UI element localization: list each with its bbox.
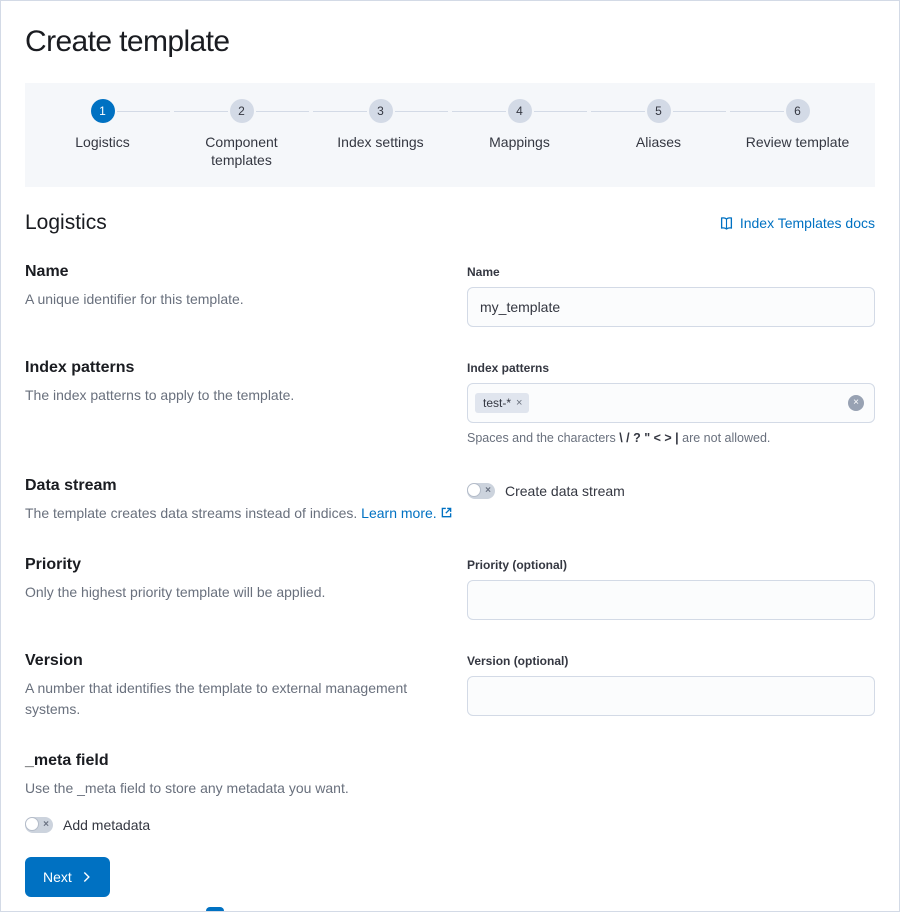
learn-more-link[interactable]: Learn more. (361, 505, 451, 521)
step-number: 6 (786, 99, 810, 123)
step-mappings[interactable]: 4 Mappings (450, 99, 589, 169)
name-field-label: Name (467, 265, 875, 279)
form-row-priority: Priority Only the highest priority templ… (25, 556, 875, 620)
step-component-templates[interactable]: 2 Component templates (172, 99, 311, 169)
index-patterns-row-description: The index patterns to apply to the templ… (25, 385, 453, 406)
data-stream-row-description: The template creates data streams instea… (25, 503, 453, 524)
step-index-settings[interactable]: 3 Index settings (311, 99, 450, 169)
data-stream-row-title: Data stream (25, 477, 453, 495)
form-row-index-patterns: Index patterns The index patterns to app… (25, 359, 875, 445)
index-patterns-help-text: Spaces and the characters \ / ? " < > | … (467, 431, 875, 445)
name-row-title: Name (25, 263, 453, 281)
step-logistics[interactable]: 1 Logistics (33, 99, 172, 169)
step-label: Mappings (489, 133, 550, 151)
step-number: 2 (230, 99, 254, 123)
section-title: Logistics (25, 211, 107, 235)
toggle-thumb (25, 817, 39, 831)
form-row-version: Version A number that identifies the tem… (25, 652, 875, 720)
version-row-title: Version (25, 652, 453, 670)
version-input[interactable] (467, 676, 875, 716)
step-review-template[interactable]: 6 Review template (728, 99, 867, 169)
step-number: 3 (369, 99, 393, 123)
form-row-name: Name A unique identifier for this templa… (25, 263, 875, 327)
docs-link-label: Index Templates docs (740, 215, 875, 231)
meta-row-title: _meta field (25, 752, 453, 770)
index-pattern-pill: test-* × (475, 393, 529, 413)
step-label: Component templates (186, 133, 298, 169)
clear-all-icon[interactable]: × (848, 395, 864, 411)
step-number: 4 (508, 99, 532, 123)
add-metadata-toggle[interactable]: × (25, 817, 53, 833)
toggle-thumb (467, 483, 481, 497)
name-row-description: A unique identifier for this template. (25, 289, 453, 310)
priority-row-title: Priority (25, 556, 453, 574)
index-patterns-combobox[interactable]: test-* × × (467, 383, 875, 423)
data-stream-toggle-row: × Create data stream (467, 483, 875, 499)
section-header: Logistics Index Templates docs (25, 211, 875, 235)
version-field-label: Version (optional) (467, 654, 875, 668)
meta-row-description: Use the _meta field to store any metadat… (25, 778, 453, 799)
offscreen-element-peek (206, 907, 224, 911)
external-link-icon (441, 505, 452, 521)
create-data-stream-label: Create data stream (505, 483, 625, 499)
wizard-stepper: 1 Logistics 2 Component templates 3 Inde… (25, 83, 875, 187)
priority-input[interactable] (467, 580, 875, 620)
step-label: Logistics (75, 133, 129, 151)
create-data-stream-toggle[interactable]: × (467, 483, 495, 499)
step-aliases[interactable]: 5 Aliases (589, 99, 728, 169)
form-row-data-stream: Data stream The template creates data st… (25, 477, 875, 524)
priority-row-description: Only the highest priority template will … (25, 582, 453, 603)
next-button-label: Next (43, 869, 72, 885)
disallowed-characters: \ / ? " < > | (619, 431, 678, 445)
step-label: Aliases (636, 133, 681, 151)
index-templates-docs-link[interactable]: Index Templates docs (719, 215, 875, 231)
meta-toggle-row: × Add metadata (25, 817, 453, 833)
documentation-icon (719, 216, 734, 231)
page-title: Create template (25, 25, 875, 59)
version-row-description: A number that identifies the template to… (25, 678, 453, 720)
chevron-right-icon (80, 871, 92, 883)
index-patterns-field-label: Index patterns (467, 361, 875, 375)
step-number: 5 (647, 99, 671, 123)
add-metadata-label: Add metadata (63, 817, 150, 833)
step-label: Review template (746, 133, 850, 151)
next-button[interactable]: Next (25, 857, 110, 897)
name-input[interactable] (467, 287, 875, 327)
step-label: Index settings (337, 133, 423, 151)
priority-field-label: Priority (optional) (467, 558, 875, 572)
toggle-off-icon: × (43, 818, 49, 832)
index-pattern-pill-text: test-* (483, 395, 511, 411)
index-patterns-row-title: Index patterns (25, 359, 453, 377)
remove-pattern-icon[interactable]: × (513, 395, 525, 411)
form-row-meta: _meta field Use the _meta field to store… (25, 752, 875, 833)
create-template-page: Create template 1 Logistics 2 Component … (0, 0, 900, 912)
toggle-off-icon: × (485, 484, 491, 498)
step-number: 1 (91, 99, 115, 123)
